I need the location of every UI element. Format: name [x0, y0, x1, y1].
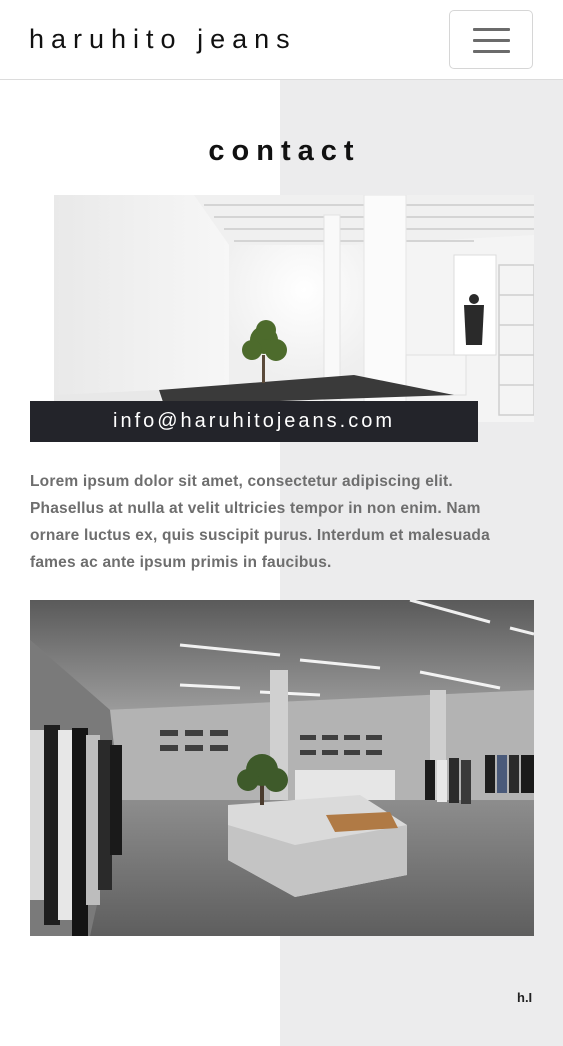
site-header: haruhito jeans — [0, 0, 563, 80]
footer-logo-mark: h.I — [517, 990, 533, 1005]
page-title: contact — [208, 135, 361, 167]
menu-button[interactable] — [449, 10, 533, 69]
store-interior-photo-white — [54, 195, 534, 422]
contact-description: Lorem ipsum dolor sit amet, consectetur … — [30, 473, 490, 571]
email-link[interactable]: info@haruhitojeans.com — [30, 401, 478, 442]
store-interior-photo-gray — [30, 600, 534, 936]
brand-logo[interactable]: haruhito jeans — [29, 24, 297, 55]
